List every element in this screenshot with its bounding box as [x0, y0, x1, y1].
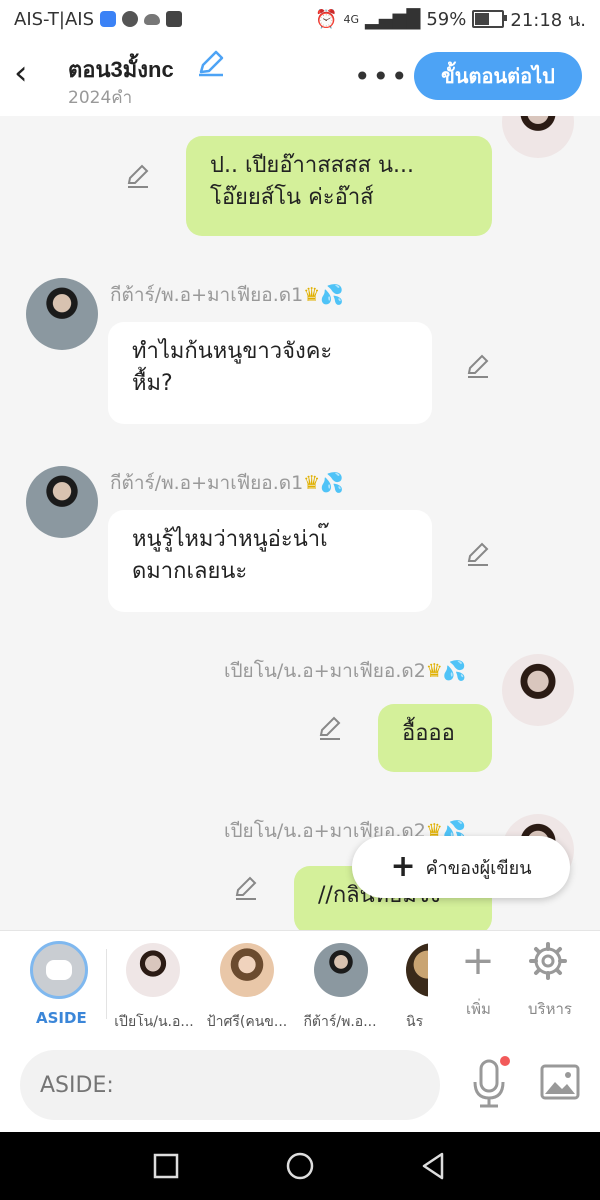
crown-icon: ♛ [425, 660, 443, 682]
add-character-icon[interactable]: + [460, 941, 496, 981]
sender-label: เปียโน/น.อ+มาเฟียอ.ด2 [224, 660, 426, 682]
character-label: กีต้าร์/พ.อ... [303, 1014, 377, 1030]
signal-icon: ▂▄▆█ [364, 8, 421, 30]
avatar[interactable] [502, 116, 574, 158]
character-avatar[interactable] [314, 943, 368, 997]
word-count: 2024คำ [68, 88, 133, 108]
crown-icon: ♛ [303, 284, 321, 306]
cloud-icon [144, 13, 160, 25]
edit-message-icon[interactable] [464, 352, 492, 380]
add-label: เพิ่ม [466, 1000, 491, 1018]
battery-icon [472, 10, 508, 28]
facebook-icon [166, 11, 182, 27]
sender-name: เปียโน/น.อ+มาเฟียอ.ด2♛💦 [224, 656, 467, 686]
aside-label: ASIDE [36, 1009, 87, 1027]
message-line: หนูรู้ไหมว่าหนูอ่ะน่าเ๊ [132, 527, 328, 552]
avatar[interactable] [502, 654, 574, 726]
author-note-label: คำของผู้เขียน [425, 857, 532, 879]
message-input[interactable] [20, 1050, 440, 1120]
recent-apps-icon[interactable] [146, 1146, 186, 1186]
edit-title-pencil-icon[interactable] [196, 48, 226, 78]
sender-name: กีต้าร์/พ.อ+มาเฟียอ.ด1♛💦 [110, 280, 344, 310]
sender-label: กีต้าร์/พ.อ+มาเฟียอ.ด1 [110, 284, 304, 306]
chat-area[interactable]: ป.. เปียอ๊าาสสสส น... โอ๊ยยส์โน ค่ะอ๊าส์… [0, 116, 600, 930]
clock: 21:18 น. [510, 9, 586, 31]
battery-percent: 59% [426, 8, 467, 30]
home-icon[interactable] [280, 1146, 320, 1186]
status-bar: AIS-T|AIS ⏰ 4G ▂▄▆█ 59% 21:18 น. [0, 0, 600, 38]
divider [106, 949, 107, 1019]
character-label: นิร [406, 1014, 424, 1030]
image-icon[interactable] [540, 1064, 580, 1100]
message-line: ป.. เปียอ๊าาสสสส น... [210, 153, 414, 178]
water-drops-icon: 💦 [442, 660, 467, 682]
message-bubble[interactable]: อื้อออ [378, 704, 492, 772]
sender-name: กีต้าร์/พ.อ+มาเฟียอ.ด1♛💦 [110, 468, 344, 498]
status-left: AIS-T|AIS [14, 9, 182, 30]
water-drops-icon: 💦 [320, 472, 344, 494]
message-line: อื้อออ [402, 721, 455, 746]
character-avatar[interactable] [220, 943, 274, 997]
plus-icon: + [390, 849, 416, 884]
messenger-icon [122, 11, 138, 27]
crown-icon: ♛ [303, 472, 321, 494]
more-options-icon[interactable]: ••• [354, 60, 410, 93]
edit-message-icon[interactable] [316, 714, 344, 742]
avatar[interactable] [26, 466, 98, 538]
manage-label: บริหาร [528, 1000, 572, 1018]
message-line: ทำไมก้นหนูขาวจังคะ [132, 339, 333, 364]
sender-label: กีต้าร์/พ.อ+มาเฟียอ.ด1 [110, 472, 304, 494]
message-bubble[interactable]: ป.. เปียอ๊าาสสสส น... โอ๊ยยส์โน ค่ะอ๊าส์ [186, 136, 492, 236]
edit-message-icon[interactable] [232, 874, 260, 902]
water-drops-icon: 💦 [320, 284, 344, 306]
microphone-icon[interactable] [470, 1058, 508, 1110]
character-avatar-clip[interactable] [406, 943, 428, 997]
character-avatar[interactable] [126, 943, 180, 997]
carrier-text: AIS-T|AIS [14, 8, 94, 30]
character-bar: ASIDE เปียโน/น.อ... ป้าศรี(คนข... กีต้าร… [0, 930, 600, 1039]
character-label: เปียโน/น.อ... [114, 1014, 194, 1030]
back-icon[interactable] [414, 1146, 454, 1186]
aside-button[interactable] [30, 941, 88, 999]
alarm-icon: ⏰ [315, 8, 338, 30]
avatar[interactable] [26, 278, 98, 350]
system-nav-bar [0, 1132, 600, 1200]
character-label: ป้าศรี(คนข... [206, 1014, 288, 1030]
message-line: ดมากเลยนะ [132, 559, 248, 584]
message-bubble[interactable]: ทำไมก้นหนูขาวจังคะ หื้ม? [108, 322, 432, 424]
gear-icon[interactable] [528, 941, 568, 981]
next-step-button[interactable]: ขั้นตอนต่อไป [414, 52, 582, 100]
aside-chat-icon [46, 960, 72, 980]
notification-dot [500, 1056, 510, 1066]
status-right: ⏰ 4G ▂▄▆█ 59% 21:18 น. [315, 5, 586, 34]
page-title: ตอน3มั้งnc [68, 57, 174, 82]
input-bar [0, 1038, 600, 1132]
author-note-button[interactable]: + คำของผู้เขียน [352, 836, 570, 898]
header: ‹ ตอน3มั้งnc 2024คำ ••• ขั้นตอนต่อไป [0, 38, 600, 116]
edit-message-icon[interactable] [124, 162, 152, 190]
shield-icon [100, 11, 116, 27]
character-avatar[interactable] [406, 943, 428, 997]
message-bubble[interactable]: หนูรู้ไหมว่าหนูอ่ะน่าเ๊ ดมากเลยนะ [108, 510, 432, 612]
back-arrow-icon[interactable]: ‹ [14, 56, 42, 92]
network-type: 4G [343, 12, 359, 26]
message-line: โอ๊ยยส์โน ค่ะอ๊าส์ [210, 185, 374, 210]
edit-message-icon[interactable] [464, 540, 492, 568]
message-line: หื้ม? [132, 371, 173, 396]
